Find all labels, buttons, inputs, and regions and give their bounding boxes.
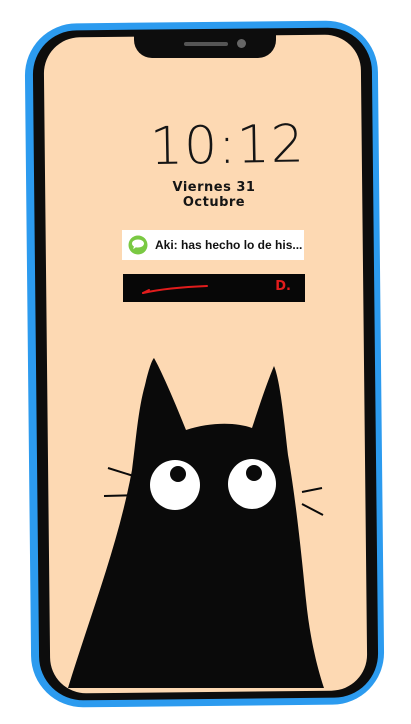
whisker-right-1: [301, 487, 323, 493]
lockscreen-date: Viernes 31 Octubre: [172, 180, 256, 210]
notification-text: Aki: has hecho lo de his...: [155, 238, 303, 252]
lockscreen-clock: 10:12: [149, 114, 306, 178]
cat-body: [68, 358, 324, 688]
message-bubble-icon: [128, 235, 148, 255]
phone-notch: [134, 30, 276, 58]
redacted-suffix: D.: [275, 279, 291, 294]
red-scribble: [142, 285, 208, 294]
cat-pupil-right: [246, 465, 262, 481]
speaker-grille: [184, 42, 228, 46]
message-notification[interactable]: Aki: has hecho lo de his...: [122, 230, 304, 260]
front-camera-icon: [237, 39, 246, 48]
cat-wallpaper-illustration: [68, 358, 324, 688]
cat-pupil-left: [170, 466, 186, 482]
whisker-right-2: [301, 503, 324, 516]
redacted-notification[interactable]: D.: [123, 274, 305, 302]
whisker-left-2: [103, 494, 141, 497]
